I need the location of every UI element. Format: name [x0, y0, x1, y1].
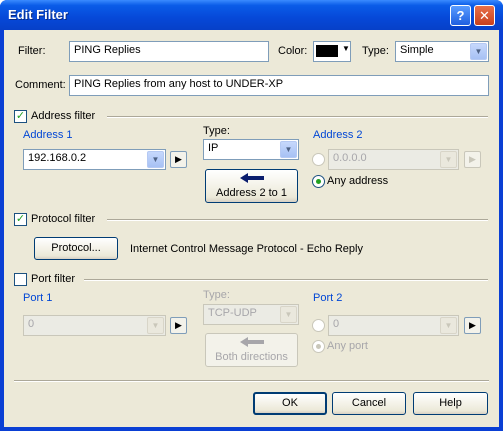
title-bar[interactable]: Edit Filter ? ✕ — [0, 0, 503, 30]
chevron-down-icon: ▼ — [440, 317, 457, 334]
both-directions-button[interactable]: Both directions — [205, 333, 298, 367]
port1-browse-button[interactable]: ▶ — [170, 317, 187, 334]
filter-label: Filter: — [18, 45, 46, 57]
comment-input[interactable]: PING Replies from any host to UNDER-XP — [69, 75, 489, 96]
port1-combo[interactable]: 0 ▼ — [23, 315, 166, 336]
chevron-down-icon: ▼ — [342, 44, 350, 53]
help-button[interactable]: Help — [413, 392, 488, 415]
ok-button[interactable]: OK — [253, 392, 327, 415]
port2-combo[interactable]: 0 ▼ — [328, 315, 459, 336]
arrow-left-icon — [239, 173, 264, 183]
swap-address-button[interactable]: Address 2 to 1 — [205, 169, 298, 203]
address1-combo[interactable]: 192.168.0.2 ▼ — [23, 149, 166, 170]
port-type-select[interactable]: TCP-UDP ▼ — [203, 304, 299, 325]
port-type-label: Type: — [203, 289, 230, 301]
chevron-down-icon: ▼ — [280, 141, 297, 158]
any-port-label: Any port — [327, 340, 368, 352]
dialog-body: Filter: PING Replies Color: ▼ Type: Simp… — [4, 30, 499, 427]
address2-value: 0.0.0.0 — [333, 152, 367, 164]
port2-radio[interactable] — [312, 319, 325, 332]
cancel-button[interactable]: Cancel — [332, 392, 406, 415]
chevron-down-icon: ▼ — [470, 43, 487, 60]
address2-combo[interactable]: 0.0.0.0 ▼ — [328, 149, 459, 170]
section-divider — [107, 116, 488, 118]
address-type-label: Type: — [203, 125, 230, 137]
swap-address-label: Address 2 to 1 — [216, 187, 287, 199]
address2-radio[interactable] — [312, 153, 325, 166]
address1-browse-button[interactable]: ▶ — [170, 151, 187, 168]
any-address-label: Any address — [327, 175, 389, 187]
window-title: Edit Filter — [8, 7, 68, 22]
protocol-button[interactable]: Protocol... — [34, 237, 118, 260]
port-filter-label: Port filter — [31, 273, 76, 285]
port2-value: 0 — [333, 318, 340, 330]
color-label: Color: — [278, 45, 308, 57]
protocol-filter-label: Protocol filter — [31, 213, 96, 225]
edit-filter-dialog: Edit Filter ? ✕ Filter: PING Replies Col… — [0, 0, 503, 431]
address-type-select[interactable]: IP ▼ — [203, 139, 299, 160]
footer-divider — [14, 380, 489, 382]
color-picker[interactable]: ▼ — [313, 41, 351, 62]
address2-browse-button[interactable]: ▶ — [464, 151, 481, 168]
section-divider — [84, 279, 488, 281]
chevron-down-icon: ▼ — [147, 317, 164, 334]
address1-value: 192.168.0.2 — [28, 152, 87, 164]
port2-label: Port 2 — [313, 292, 343, 304]
filter-type-select[interactable]: Simple ▼ — [395, 41, 489, 62]
both-directions-label: Both directions — [215, 351, 288, 363]
chevron-down-icon: ▼ — [147, 151, 164, 168]
filter-type-value: Simple — [400, 44, 434, 56]
port-type-value: TCP-UDP — [208, 307, 257, 319]
arrow-left-icon — [239, 337, 264, 347]
port-filter-checkbox[interactable] — [14, 273, 27, 286]
color-swatch — [316, 45, 338, 57]
address1-label: Address 1 — [23, 129, 73, 141]
any-address-radio[interactable] — [312, 175, 325, 188]
type-label: Type: — [362, 45, 389, 57]
chevron-down-icon: ▼ — [280, 306, 297, 323]
address-type-value: IP — [208, 142, 219, 154]
address2-label: Address 2 — [313, 129, 363, 141]
port1-label: Port 1 — [23, 292, 53, 304]
protocol-description: Internet Control Message Protocol - Echo… — [130, 243, 363, 255]
close-icon[interactable]: ✕ — [474, 5, 495, 26]
address-filter-label: Address filter — [31, 110, 96, 122]
filter-name-input[interactable]: PING Replies — [69, 41, 269, 62]
section-divider — [107, 219, 488, 221]
any-port-radio[interactable] — [312, 340, 325, 353]
chevron-down-icon: ▼ — [440, 151, 457, 168]
address-filter-checkbox[interactable]: ✓ — [14, 110, 27, 123]
port2-browse-button[interactable]: ▶ — [464, 317, 481, 334]
port1-value: 0 — [28, 318, 35, 330]
comment-label: Comment: — [15, 79, 66, 91]
protocol-filter-checkbox[interactable]: ✓ — [14, 213, 27, 226]
help-icon[interactable]: ? — [450, 5, 471, 26]
